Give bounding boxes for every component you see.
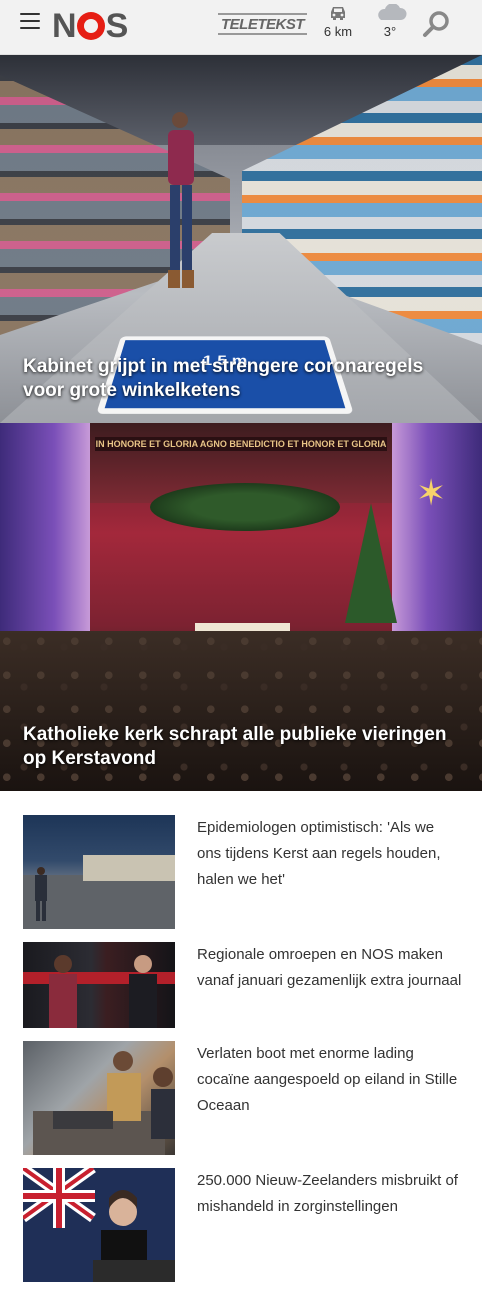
hero-story-supermarket[interactable]: 1,5 m Kabinet grijpt in met strengere co… <box>0 55 482 423</box>
article-title[interactable]: Epidemiologen optimistisch: 'Als we ons … <box>197 815 462 929</box>
nos-logo[interactable]: NS <box>52 7 128 45</box>
article-thumbnail <box>23 942 175 1028</box>
weather-widget[interactable]: 3° <box>368 2 412 48</box>
hero-headline[interactable]: Kabinet grijpt in met strengere coronare… <box>23 355 468 403</box>
hero-story-church[interactable]: IN HONORE ET GLORIA AGNO BENEDICTIO ET H… <box>0 423 482 791</box>
list-item[interactable]: Epidemiologen optimistisch: 'Als we ons … <box>23 815 482 929</box>
article-list: Epidemiologen optimistisch: 'Als we ons … <box>0 791 482 1282</box>
list-item[interactable]: Regionale omroepen en NOS maken vanaf ja… <box>23 942 482 1028</box>
article-thumbnail <box>23 1041 175 1155</box>
list-item[interactable]: Verlaten boot met enorme lading cocaïne … <box>23 1041 482 1155</box>
teletekst-link[interactable]: TELETEKST <box>218 13 308 35</box>
christmas-tree <box>345 503 397 623</box>
church-banner: IN HONORE ET GLORIA AGNO BENEDICTIO ET H… <box>95 437 387 451</box>
article-title[interactable]: Regionale omroepen en NOS maken vanaf ja… <box>197 942 462 1028</box>
car-icon <box>331 7 345 20</box>
traffic-widget[interactable]: 6 km <box>318 2 358 48</box>
advent-wreath <box>150 483 340 531</box>
cloud-icon <box>378 4 407 20</box>
menu-icon[interactable] <box>20 13 40 29</box>
traffic-value: 6 km <box>323 24 353 39</box>
list-item[interactable]: 250.000 Nieuw-Zeelanders misbruikt of mi… <box>23 1168 482 1282</box>
search-icon[interactable] <box>420 9 452 41</box>
article-title[interactable]: Verlaten boot met enorme lading cocaïne … <box>197 1041 462 1155</box>
hero-headline[interactable]: Katholieke kerk schrapt alle publieke vi… <box>23 723 468 771</box>
shopper-figure <box>168 112 194 288</box>
article-thumbnail <box>23 815 175 929</box>
top-header: NS TELETEKST 6 km 3° <box>0 0 482 55</box>
star-icon: ✶ <box>416 472 447 513</box>
article-thumbnail <box>23 1168 175 1282</box>
article-title[interactable]: 250.000 Nieuw-Zeelanders misbruikt of mi… <box>197 1168 462 1282</box>
temperature-value: 3° <box>383 24 397 39</box>
